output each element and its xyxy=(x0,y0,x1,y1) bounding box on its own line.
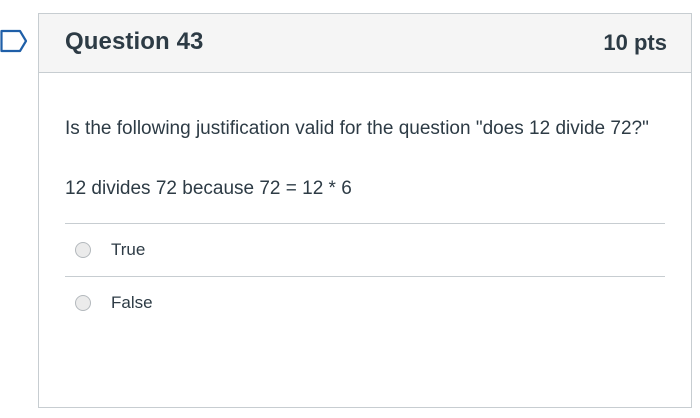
question-title: Question 43 xyxy=(65,28,204,55)
answer-label-true[interactable]: True xyxy=(111,240,145,260)
answer-option-false[interactable]: False xyxy=(65,276,665,329)
question-statement: 12 divides 72 because 72 = 12 * 6 xyxy=(65,178,352,199)
question-header: Question 43 10 pts xyxy=(39,14,691,73)
answer-option-true[interactable]: True xyxy=(65,223,665,276)
answer-label-false[interactable]: False xyxy=(111,293,153,313)
question-text: Is the following justification valid for… xyxy=(65,118,649,139)
flag-question-icon[interactable] xyxy=(0,28,28,54)
radio-button-true[interactable] xyxy=(75,242,91,258)
question-card: Question 43 10 pts Is the following just… xyxy=(38,13,692,408)
question-points: 10 pts xyxy=(603,30,667,55)
radio-button-false[interactable] xyxy=(75,295,91,311)
answer-list: True False xyxy=(65,223,665,329)
question-body: Is the following justification valid for… xyxy=(39,113,691,329)
